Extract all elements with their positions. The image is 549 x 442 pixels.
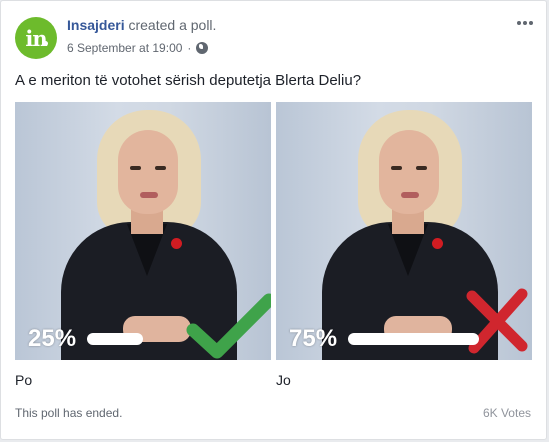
avatar-dot [43,41,48,46]
photo-face [379,130,439,214]
more-dot [517,21,521,25]
separator-dot: · [187,41,192,55]
poll-option-po[interactable]: 25% [15,102,271,360]
more-dot [523,21,527,25]
poll-option-jo[interactable]: 75% [276,102,532,360]
checkmark-icon [186,293,271,359]
post-meta: 6 September at 19:00 · [67,41,209,55]
photo-lips [140,192,158,198]
poll-question: A e meriton të votohet sërish deputetja … [15,72,362,89]
photo-eye [391,166,402,170]
cross-icon [466,288,528,354]
option-label-po[interactable]: Po [15,372,32,388]
photo-eye [155,166,166,170]
more-options-icon[interactable] [517,21,533,25]
more-dot [529,21,533,25]
avatar-logo-text: in [25,25,47,51]
page-avatar[interactable]: in [15,17,57,59]
photo-lips [401,192,419,198]
post-header: Insajderi created a poll. [67,17,216,33]
poll-post-card: in Insajderi created a poll. 6 September… [0,0,547,440]
option-progress-bar [348,333,479,345]
page-name-link[interactable]: Insajderi [67,17,125,33]
post-timestamp[interactable]: 6 September at 19:00 [67,41,182,55]
option-percent: 25% [28,325,77,352]
photo-face [118,130,178,214]
photo-eye [130,166,141,170]
poll-status: This poll has ended. [15,406,123,420]
post-action-text: created a poll. [128,17,217,33]
globe-icon[interactable] [196,42,209,54]
poppy-pin [432,238,443,249]
photo-eye [416,166,427,170]
option-label-jo[interactable]: Jo [276,372,291,388]
option-percent: 75% [289,325,338,352]
vote-count[interactable]: 6K Votes [483,406,531,420]
option-progress-bar [87,333,143,345]
poppy-pin [171,238,182,249]
